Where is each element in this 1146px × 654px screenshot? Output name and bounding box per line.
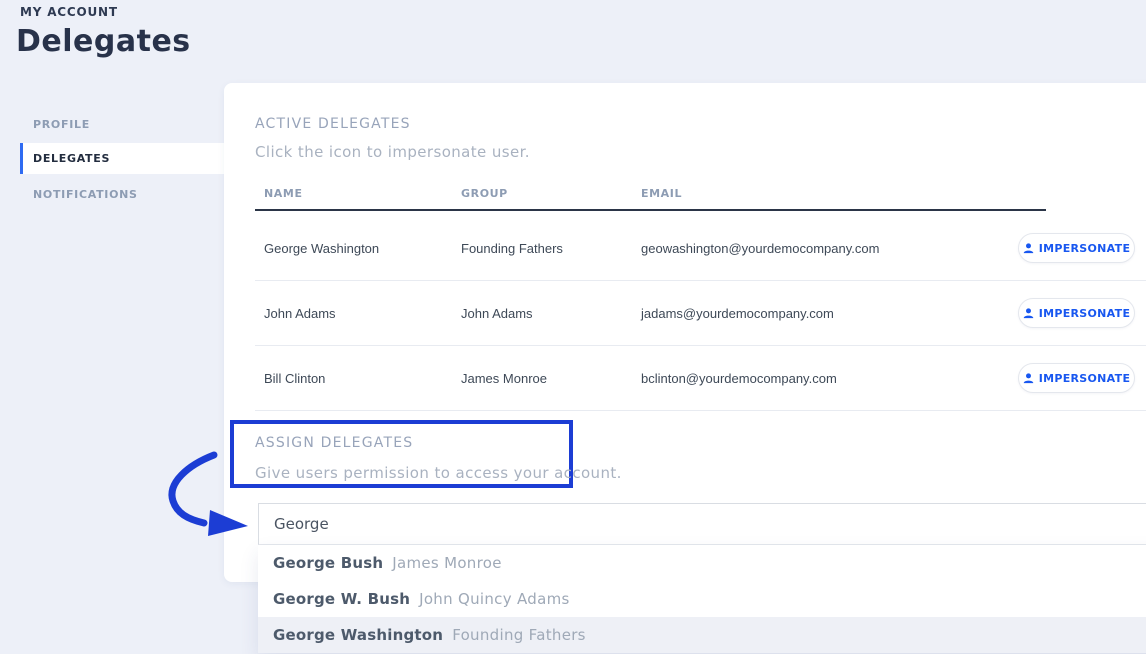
impersonate-button-label: IMPERSONATE [1039, 372, 1131, 385]
column-header-name: NAME [264, 187, 303, 200]
user-icon [1023, 373, 1034, 384]
annotation-arrow-icon [158, 438, 268, 542]
delegate-name: George Washington [264, 241, 379, 256]
delegate-name: Bill Clinton [264, 371, 325, 386]
user-icon [1023, 308, 1034, 319]
user-icon [1023, 243, 1034, 254]
delegate-email: bclinton@yourdemocompany.com [641, 371, 837, 386]
row-divider [255, 280, 1146, 281]
sidebar-item-notifications[interactable]: NOTIFICATIONS [33, 188, 138, 201]
suggestion-group: Founding Fathers [452, 626, 586, 644]
sidebar-item-delegates-label: DELEGATES [33, 152, 110, 165]
delegate-name: John Adams [264, 306, 336, 321]
impersonate-button[interactable]: IMPERSONATE [1018, 298, 1135, 328]
assign-delegates-title: ASSIGN DELEGATES [255, 435, 413, 451]
delegates-card: ACTIVE DELEGATES Click the icon to imper… [224, 83, 1146, 582]
page-title: Delegates [16, 24, 191, 59]
active-delegates-title: ACTIVE DELEGATES [255, 116, 411, 132]
delegate-group: John Adams [461, 306, 533, 321]
impersonate-button[interactable]: IMPERSONATE [1018, 363, 1135, 393]
column-header-email: EMAIL [641, 187, 682, 200]
delegate-search-field [258, 503, 1146, 545]
delegate-email: jadams@yourdemocompany.com [641, 306, 834, 321]
sidebar-item-delegates[interactable]: DELEGATES [20, 143, 224, 174]
sidebar-item-profile[interactable]: PROFILE [33, 118, 90, 131]
suggestion-name: George W. Bush [273, 590, 410, 608]
impersonate-button[interactable]: IMPERSONATE [1018, 233, 1135, 263]
table-header-underline [255, 209, 1046, 211]
impersonate-button-label: IMPERSONATE [1039, 242, 1131, 255]
delegate-group: James Monroe [461, 371, 547, 386]
suggestion-item-highlighted[interactable]: George Washington Founding Fathers [258, 617, 1146, 653]
suggestion-item[interactable]: George Bush James Monroe [258, 545, 1146, 581]
row-divider [255, 345, 1146, 346]
row-divider [255, 410, 1146, 411]
active-delegates-subtitle: Click the icon to impersonate user. [255, 143, 530, 161]
suggestion-name: George Bush [273, 554, 383, 572]
impersonate-button-label: IMPERSONATE [1039, 307, 1131, 320]
delegate-group: Founding Fathers [461, 241, 563, 256]
breadcrumb-my-account: MY ACCOUNT [20, 5, 118, 19]
suggestion-name: George Washington [273, 626, 443, 644]
delegate-email: geowashington@yourdemocompany.com [641, 241, 879, 256]
delegate-search-input[interactable] [259, 504, 1146, 544]
column-header-group: GROUP [461, 187, 508, 200]
suggestion-group: John Quincy Adams [419, 590, 570, 608]
suggestion-item[interactable]: George W. Bush John Quincy Adams [258, 581, 1146, 617]
delegate-suggestions-dropdown: George Bush James Monroe George W. Bush … [258, 545, 1146, 653]
suggestion-group: James Monroe [392, 554, 502, 572]
assign-delegates-subtitle: Give users permission to access your acc… [255, 464, 622, 482]
